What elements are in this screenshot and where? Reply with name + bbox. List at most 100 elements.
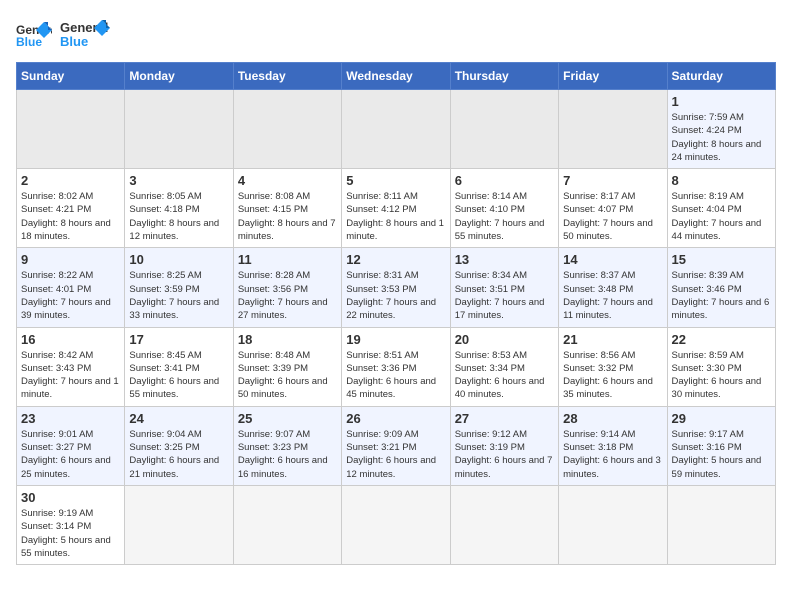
day-number: 20 [455, 332, 554, 347]
calendar-day-cell: 17Sunrise: 8:45 AM Sunset: 3:41 PM Dayli… [125, 327, 233, 406]
day-info: Sunrise: 8:14 AM Sunset: 4:10 PM Dayligh… [455, 190, 554, 243]
weekday-header-wednesday: Wednesday [342, 63, 450, 90]
day-info: Sunrise: 7:59 AM Sunset: 4:24 PM Dayligh… [672, 111, 771, 164]
weekday-header-row: SundayMondayTuesdayWednesdayThursdayFrid… [17, 63, 776, 90]
day-info: Sunrise: 9:04 AM Sunset: 3:25 PM Dayligh… [129, 428, 228, 481]
calendar-day-cell: 6 Sunrise: 8:14 AM Sunset: 4:10 PM Daylig… [450, 169, 558, 248]
day-info: Sunrise: 9:09 AM Sunset: 3:21 PM Dayligh… [346, 428, 445, 481]
day-number: 14 [563, 252, 662, 267]
calendar-day-cell [233, 485, 341, 564]
calendar-day-cell: 10Sunrise: 8:25 AM Sunset: 3:59 PM Dayli… [125, 248, 233, 327]
day-number: 4 [238, 173, 337, 188]
day-info: Sunrise: 8:28 AM Sunset: 3:56 PM Dayligh… [238, 269, 337, 322]
day-number: 18 [238, 332, 337, 347]
day-number: 23 [21, 411, 120, 426]
calendar-day-cell: 14Sunrise: 8:37 AM Sunset: 3:48 PM Dayli… [559, 248, 667, 327]
weekday-header-sunday: Sunday [17, 63, 125, 90]
day-info: Sunrise: 8:17 AM Sunset: 4:07 PM Dayligh… [563, 190, 662, 243]
calendar-day-cell: 15 Sunrise: 8:39 AM Sunset: 3:46 PM Dayli… [667, 248, 775, 327]
day-number: 22 [672, 332, 771, 347]
day-number: 12 [346, 252, 445, 267]
svg-text:Blue: Blue [60, 34, 88, 49]
day-number: 29 [672, 411, 771, 426]
calendar-day-cell: 8 Sunrise: 8:19 AM Sunset: 4:04 PM Daylig… [667, 169, 775, 248]
day-info: Sunrise: 8:22 AM Sunset: 4:01 PM Dayligh… [21, 269, 120, 322]
calendar-day-cell: 16 Sunrise: 8:42 AM Sunset: 3:43 PM Dayli… [17, 327, 125, 406]
calendar-day-cell: 22 Sunrise: 8:59 AM Sunset: 3:30 PM Dayli… [667, 327, 775, 406]
day-info: Sunrise: 9:19 AM Sunset: 3:14 PM Dayligh… [21, 507, 120, 560]
day-number: 17 [129, 332, 228, 347]
calendar-day-cell: 30 Sunrise: 9:19 AM Sunset: 3:14 PM Dayli… [17, 485, 125, 564]
weekday-header-monday: Monday [125, 63, 233, 90]
calendar-week-row: 23Sunrise: 9:01 AM Sunset: 3:27 PM Dayli… [17, 406, 776, 485]
day-info: Sunrise: 9:17 AM Sunset: 3:16 PM Dayligh… [672, 428, 771, 481]
day-info: Sunrise: 8:02 AM Sunset: 4:21 PM Dayligh… [21, 190, 120, 243]
calendar-day-cell: 5Sunrise: 8:11 AM Sunset: 4:12 PM Daylig… [342, 169, 450, 248]
weekday-header-saturday: Saturday [667, 63, 775, 90]
logo-icon: General Blue [16, 20, 52, 50]
day-number: 5 [346, 173, 445, 188]
calendar-day-cell [667, 485, 775, 564]
day-info: Sunrise: 9:07 AM Sunset: 3:23 PM Dayligh… [238, 428, 337, 481]
weekday-header-thursday: Thursday [450, 63, 558, 90]
calendar-day-cell [342, 485, 450, 564]
calendar-day-cell: 7 Sunrise: 8:17 AM Sunset: 4:07 PM Daylig… [559, 169, 667, 248]
calendar-day-cell: 19 Sunrise: 8:51 AM Sunset: 3:36 PM Dayli… [342, 327, 450, 406]
calendar-day-cell: 24Sunrise: 9:04 AM Sunset: 3:25 PM Dayli… [125, 406, 233, 485]
day-info: Sunrise: 8:19 AM Sunset: 4:04 PM Dayligh… [672, 190, 771, 243]
day-info: Sunrise: 8:56 AM Sunset: 3:32 PM Dayligh… [563, 349, 662, 402]
day-number: 27 [455, 411, 554, 426]
day-number: 3 [129, 173, 228, 188]
calendar-day-cell: 25Sunrise: 9:07 AM Sunset: 3:23 PM Dayli… [233, 406, 341, 485]
calendar-day-cell: 11 Sunrise: 8:28 AM Sunset: 3:56 PM Dayli… [233, 248, 341, 327]
calendar-week-row: 16 Sunrise: 8:42 AM Sunset: 3:43 PM Dayli… [17, 327, 776, 406]
day-number: 7 [563, 173, 662, 188]
day-number: 6 [455, 173, 554, 188]
day-number: 10 [129, 252, 228, 267]
day-info: Sunrise: 8:51 AM Sunset: 3:36 PM Dayligh… [346, 349, 445, 402]
calendar-day-cell: 23Sunrise: 9:01 AM Sunset: 3:27 PM Dayli… [17, 406, 125, 485]
calendar-day-cell: 12 Sunrise: 8:31 AM Sunset: 3:53 PM Dayli… [342, 248, 450, 327]
day-number: 21 [563, 332, 662, 347]
weekday-header-friday: Friday [559, 63, 667, 90]
day-number: 8 [672, 173, 771, 188]
generalblue-logo-graphic: General Blue [60, 16, 110, 54]
header: General Blue General Blue [16, 16, 776, 54]
calendar-day-cell: 27 Sunrise: 9:12 AM Sunset: 3:19 PM Dayli… [450, 406, 558, 485]
day-number: 15 [672, 252, 771, 267]
day-number: 11 [238, 252, 337, 267]
calendar-day-cell [450, 485, 558, 564]
day-number: 2 [21, 173, 120, 188]
calendar-day-cell: 28 Sunrise: 9:14 AM Sunset: 3:18 PM Dayli… [559, 406, 667, 485]
calendar-day-cell: 4 Sunrise: 8:08 AM Sunset: 4:15 PM Daylig… [233, 169, 341, 248]
day-info: Sunrise: 8:39 AM Sunset: 3:46 PM Dayligh… [672, 269, 771, 322]
day-info: Sunrise: 9:12 AM Sunset: 3:19 PM Dayligh… [455, 428, 554, 481]
calendar-day-cell [342, 90, 450, 169]
calendar-day-cell: 1Sunrise: 7:59 AM Sunset: 4:24 PM Daylig… [667, 90, 775, 169]
day-number: 16 [21, 332, 120, 347]
weekday-header-tuesday: Tuesday [233, 63, 341, 90]
day-info: Sunrise: 8:48 AM Sunset: 3:39 PM Dayligh… [238, 349, 337, 402]
day-info: Sunrise: 8:08 AM Sunset: 4:15 PM Dayligh… [238, 190, 337, 243]
day-number: 26 [346, 411, 445, 426]
day-number: 30 [21, 490, 120, 505]
day-info: Sunrise: 8:59 AM Sunset: 3:30 PM Dayligh… [672, 349, 771, 402]
calendar-day-cell: 3 Sunrise: 8:05 AM Sunset: 4:18 PM Daylig… [125, 169, 233, 248]
day-info: Sunrise: 8:42 AM Sunset: 3:43 PM Dayligh… [21, 349, 120, 402]
calendar-day-cell: 2 Sunrise: 8:02 AM Sunset: 4:21 PM Daylig… [17, 169, 125, 248]
day-info: Sunrise: 8:34 AM Sunset: 3:51 PM Dayligh… [455, 269, 554, 322]
calendar-day-cell [559, 485, 667, 564]
calendar-day-cell: 29 Sunrise: 9:17 AM Sunset: 3:16 PM Dayli… [667, 406, 775, 485]
calendar-table: SundayMondayTuesdayWednesdayThursdayFrid… [16, 62, 776, 565]
calendar-day-cell [17, 90, 125, 169]
calendar-day-cell: 13Sunrise: 8:34 AM Sunset: 3:51 PM Dayli… [450, 248, 558, 327]
calendar-week-row: 9 Sunrise: 8:22 AM Sunset: 4:01 PM Daylig… [17, 248, 776, 327]
day-number: 28 [563, 411, 662, 426]
calendar-day-cell: 20Sunrise: 8:53 AM Sunset: 3:34 PM Dayli… [450, 327, 558, 406]
day-info: Sunrise: 8:05 AM Sunset: 4:18 PM Dayligh… [129, 190, 228, 243]
day-number: 9 [21, 252, 120, 267]
day-number: 19 [346, 332, 445, 347]
calendar-day-cell [125, 485, 233, 564]
day-info: Sunrise: 9:14 AM Sunset: 3:18 PM Dayligh… [563, 428, 662, 481]
day-info: Sunrise: 8:31 AM Sunset: 3:53 PM Dayligh… [346, 269, 445, 322]
